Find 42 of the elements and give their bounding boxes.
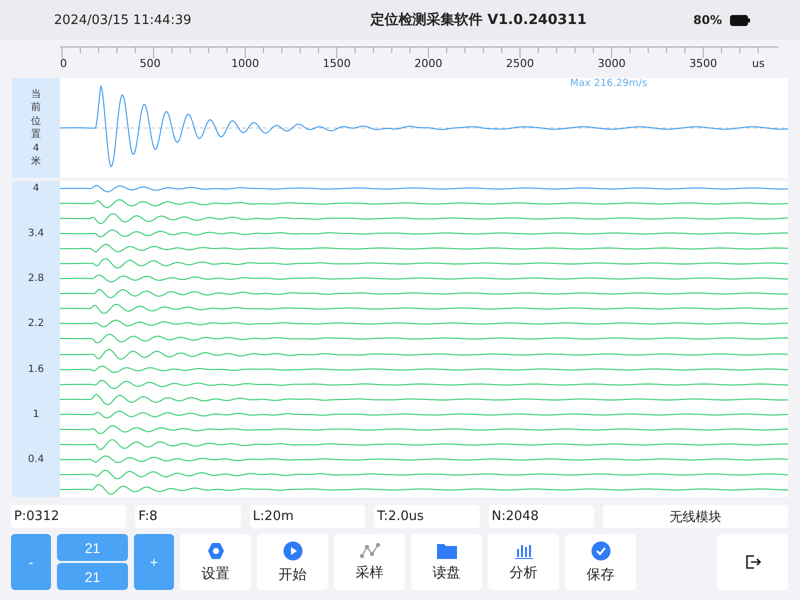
axis-unit: us (752, 57, 765, 70)
folder-icon (436, 542, 456, 558)
position-label: 1 (32, 408, 40, 420)
axis-label: 2500 (506, 57, 534, 70)
position-label: 0.4 (28, 454, 44, 465)
max-velocity: Max 216.29m/s (570, 78, 648, 89)
axis-label: 0 (60, 57, 67, 70)
axis-label: 3500 (689, 57, 718, 70)
axis-label: 2000 (414, 57, 442, 70)
info-field: F:8 (135, 505, 241, 528)
tool-button[interactable]: 开始 (257, 534, 328, 590)
info-field: 无线模块 (603, 505, 788, 528)
axis-label: 1500 (322, 57, 351, 70)
date-time: 2024/03/15 11:44:39 (54, 12, 192, 28)
hexagon-icon (206, 542, 224, 560)
info-field: N:2048 (488, 505, 594, 528)
axis-label: 500 (140, 57, 161, 70)
tool-button[interactable]: 读盘 (411, 534, 482, 590)
line-chart-icon (360, 542, 380, 558)
bar-chart-icon (514, 542, 534, 558)
exit-button[interactable] (717, 534, 788, 590)
position-label: 2.2 (28, 318, 44, 330)
position-label: 1.6 (28, 364, 44, 375)
position-label: 4 (32, 183, 40, 194)
tool-button[interactable]: 设置 (180, 534, 251, 590)
tool-button[interactable]: 保存 (565, 534, 636, 590)
check-icon (590, 540, 610, 560)
position-label: 2.8 (28, 273, 44, 284)
exit-icon (744, 554, 760, 570)
info-field: T:2.0us (374, 505, 480, 528)
trace-label: 当前位置4米 (31, 88, 41, 168)
info-field: P:0312 (11, 505, 126, 528)
axis-label: 1000 (231, 57, 260, 70)
tool-button[interactable]: 分析 (488, 534, 559, 590)
tool-button[interactable]: 采样 (334, 534, 405, 590)
axis-label: 3000 (598, 57, 626, 70)
info-field: L:20m (250, 505, 366, 528)
battery-level: 80% (693, 13, 722, 27)
position-label: 3.4 (28, 228, 44, 240)
battery-icon (730, 14, 750, 26)
play-icon (282, 540, 302, 560)
app-title: 定位检测采集软件 V1.0.240311 (369, 11, 588, 29)
